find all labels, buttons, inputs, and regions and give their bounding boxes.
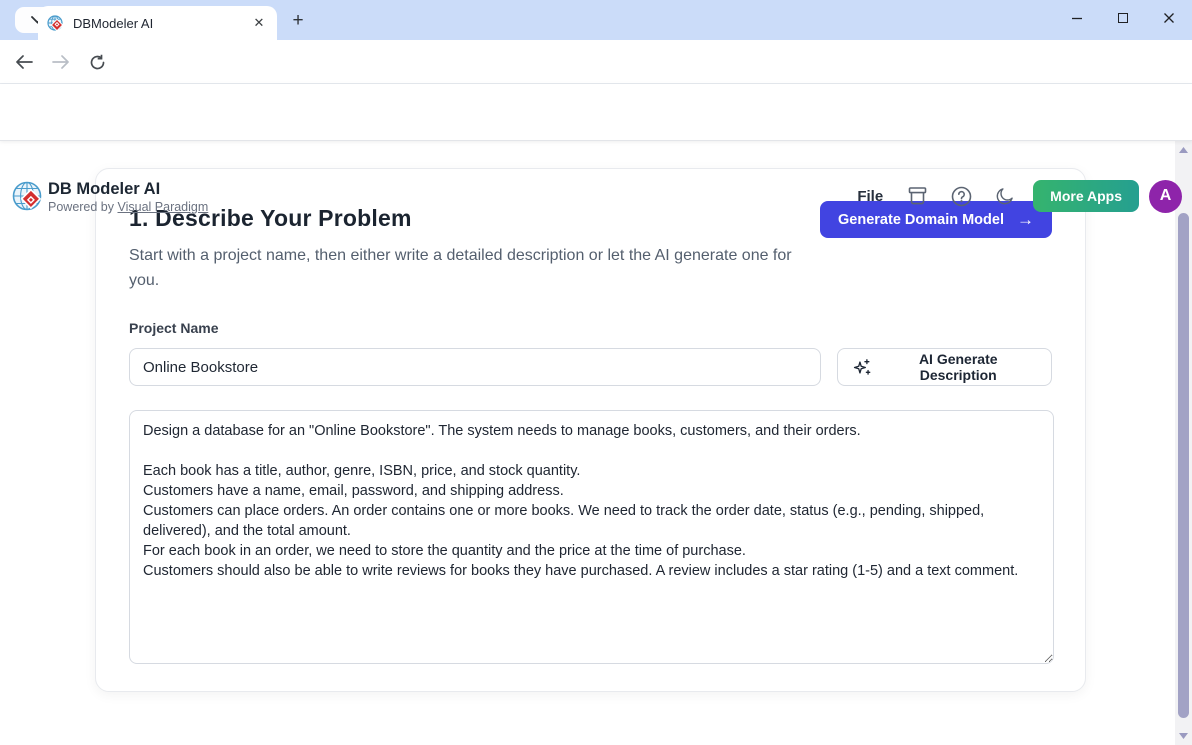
browser-toolbar: ai-toolbox.visual-paradigm.com/app/dbmod… [0, 40, 1192, 84]
page-scrollbar[interactable] [1175, 141, 1192, 745]
project-name-row: AI Generate Description [129, 348, 1052, 386]
window-close-button[interactable] [1146, 0, 1192, 36]
window-controls [1054, 0, 1192, 36]
tab-close-icon[interactable]: ✕ [250, 14, 268, 32]
ai-generate-description-button[interactable]: AI Generate Description [837, 348, 1052, 386]
ai-generate-button-label: AI Generate Description [880, 351, 1036, 383]
sparkles-icon [853, 358, 872, 377]
window-minimize-button[interactable] [1054, 0, 1100, 36]
vp-favicon-icon [47, 15, 64, 32]
browser-tab-strip: DBModeler AI ✕ + [0, 0, 1192, 40]
powered-by-text: Powered by Visual Paradigm [48, 200, 208, 214]
file-menu[interactable]: File [845, 182, 895, 211]
forward-arrow-icon [52, 55, 70, 69]
page-content: 1. Describe Your Problem Start with a pr… [0, 141, 1175, 745]
scroll-up-arrow-icon [1179, 147, 1188, 153]
minimize-icon [1071, 12, 1083, 24]
reload-icon [89, 54, 106, 71]
tab-title: DBModeler AI [73, 16, 250, 31]
back-button[interactable] [10, 48, 38, 76]
close-icon [1163, 12, 1175, 24]
app-logo-icon [12, 180, 44, 212]
describe-problem-card: 1. Describe Your Problem Start with a pr… [95, 168, 1086, 692]
scroll-down-button[interactable] [1175, 729, 1192, 743]
scroll-up-button[interactable] [1175, 143, 1192, 157]
archive-box-icon [907, 186, 928, 206]
window-maximize-button[interactable] [1100, 0, 1146, 36]
app-user-avatar[interactable]: A [1149, 180, 1182, 213]
powered-by-prefix: Powered by [48, 200, 117, 214]
maximize-icon [1118, 13, 1128, 23]
projects-button[interactable] [895, 179, 939, 213]
visual-paradigm-link[interactable]: Visual Paradigm [117, 200, 208, 214]
reload-button[interactable] [83, 48, 111, 76]
scrollbar-thumb[interactable] [1178, 213, 1189, 718]
forward-button[interactable] [47, 48, 75, 76]
app-title: DB Modeler AI [48, 180, 160, 199]
app-header: DB Modeler AI Powered by Visual Paradigm… [0, 84, 1192, 141]
help-button[interactable] [939, 179, 983, 213]
scroll-down-arrow-icon [1179, 733, 1188, 739]
browser-tab[interactable]: DBModeler AI ✕ [38, 6, 277, 40]
section-subheading: Start with a project name, then either w… [129, 243, 819, 293]
dark-mode-toggle[interactable] [983, 179, 1027, 213]
back-arrow-icon [15, 55, 33, 69]
problem-description-textarea[interactable]: Design a database for an "Online Booksto… [129, 410, 1054, 664]
project-name-input[interactable] [129, 348, 821, 386]
new-tab-button[interactable]: + [286, 9, 310, 33]
help-icon [951, 186, 972, 207]
project-name-label: Project Name [129, 320, 1052, 336]
header-actions: File More Apps A [845, 177, 1182, 215]
more-apps-button[interactable]: More Apps [1033, 180, 1139, 212]
moon-icon [995, 186, 1015, 206]
